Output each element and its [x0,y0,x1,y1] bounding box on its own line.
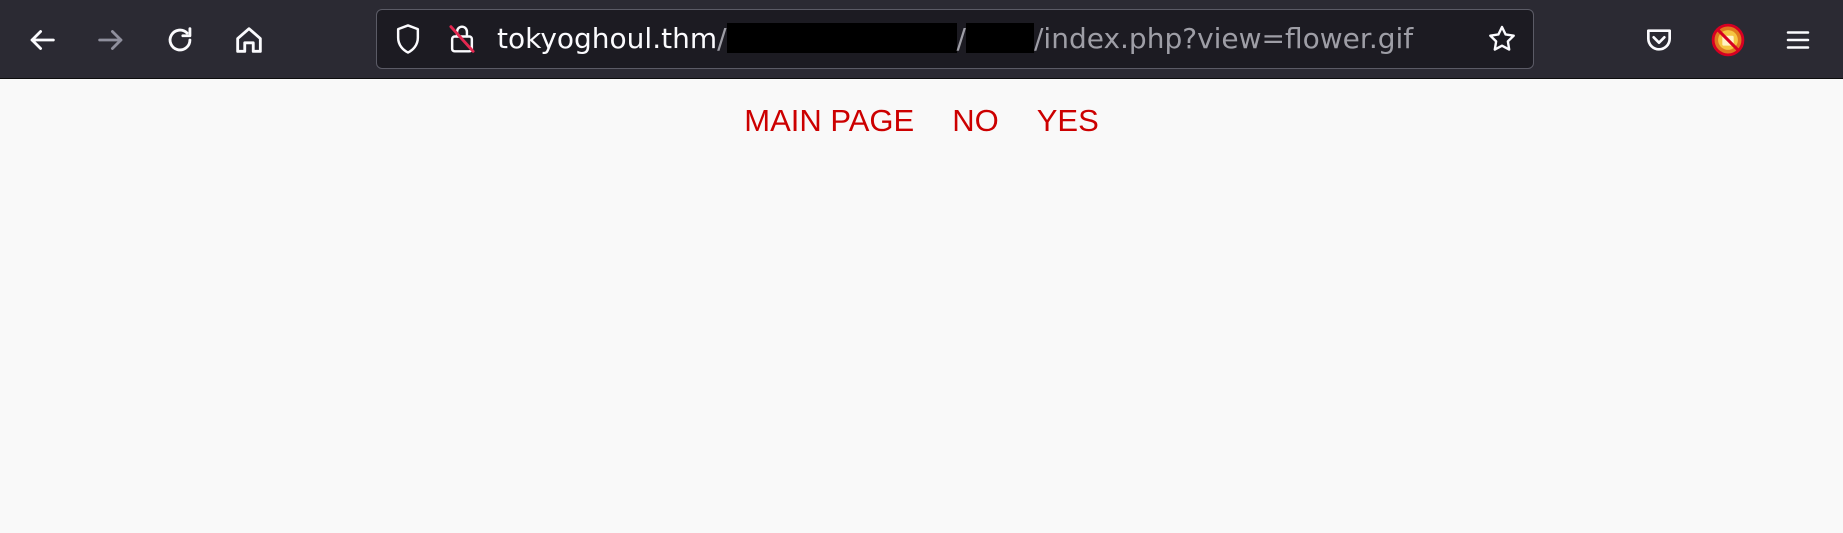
pocket-icon [1643,24,1675,56]
forward-button[interactable] [83,12,139,68]
hamburger-menu-icon [1783,25,1813,55]
nav-link-no[interactable]: NO [952,103,999,138]
page-nav: MAIN PAGE NO YES [0,103,1843,139]
page-content: MAIN PAGE NO YES [0,79,1843,533]
home-icon [232,23,266,57]
browser-toolbar: tokyoghoul.thm///index.php?view=flower.g… [0,0,1843,79]
home-button[interactable] [221,12,277,68]
insecure-lock-icon[interactable] [445,22,479,56]
nav-link-main-page[interactable]: MAIN PAGE [744,103,914,138]
url-path: /index.php?view=flower.gif [1033,22,1414,55]
url-text[interactable]: tokyoghoul.thm///index.php?view=flower.g… [497,10,1413,68]
tracking-protection-shield-icon[interactable] [391,22,425,56]
back-button[interactable] [14,12,70,68]
url-host: tokyoghoul.thm [497,22,718,55]
forward-arrow-icon [94,23,128,57]
url-separator: / [956,22,966,55]
url-bar[interactable]: tokyoghoul.thm///index.php?view=flower.g… [376,9,1534,69]
nav-link-yes[interactable]: YES [1037,103,1099,138]
reload-button[interactable] [152,12,208,68]
menu-button[interactable] [1770,12,1826,68]
pocket-button[interactable] [1631,12,1687,68]
extension-icon [1711,23,1745,57]
extension-button[interactable] [1700,12,1756,68]
bookmark-star-icon[interactable] [1485,22,1519,56]
redacted-block [726,23,957,53]
url-separator: / [717,22,727,55]
back-arrow-icon [25,23,59,57]
reload-icon [163,23,197,57]
redacted-block [965,23,1034,53]
